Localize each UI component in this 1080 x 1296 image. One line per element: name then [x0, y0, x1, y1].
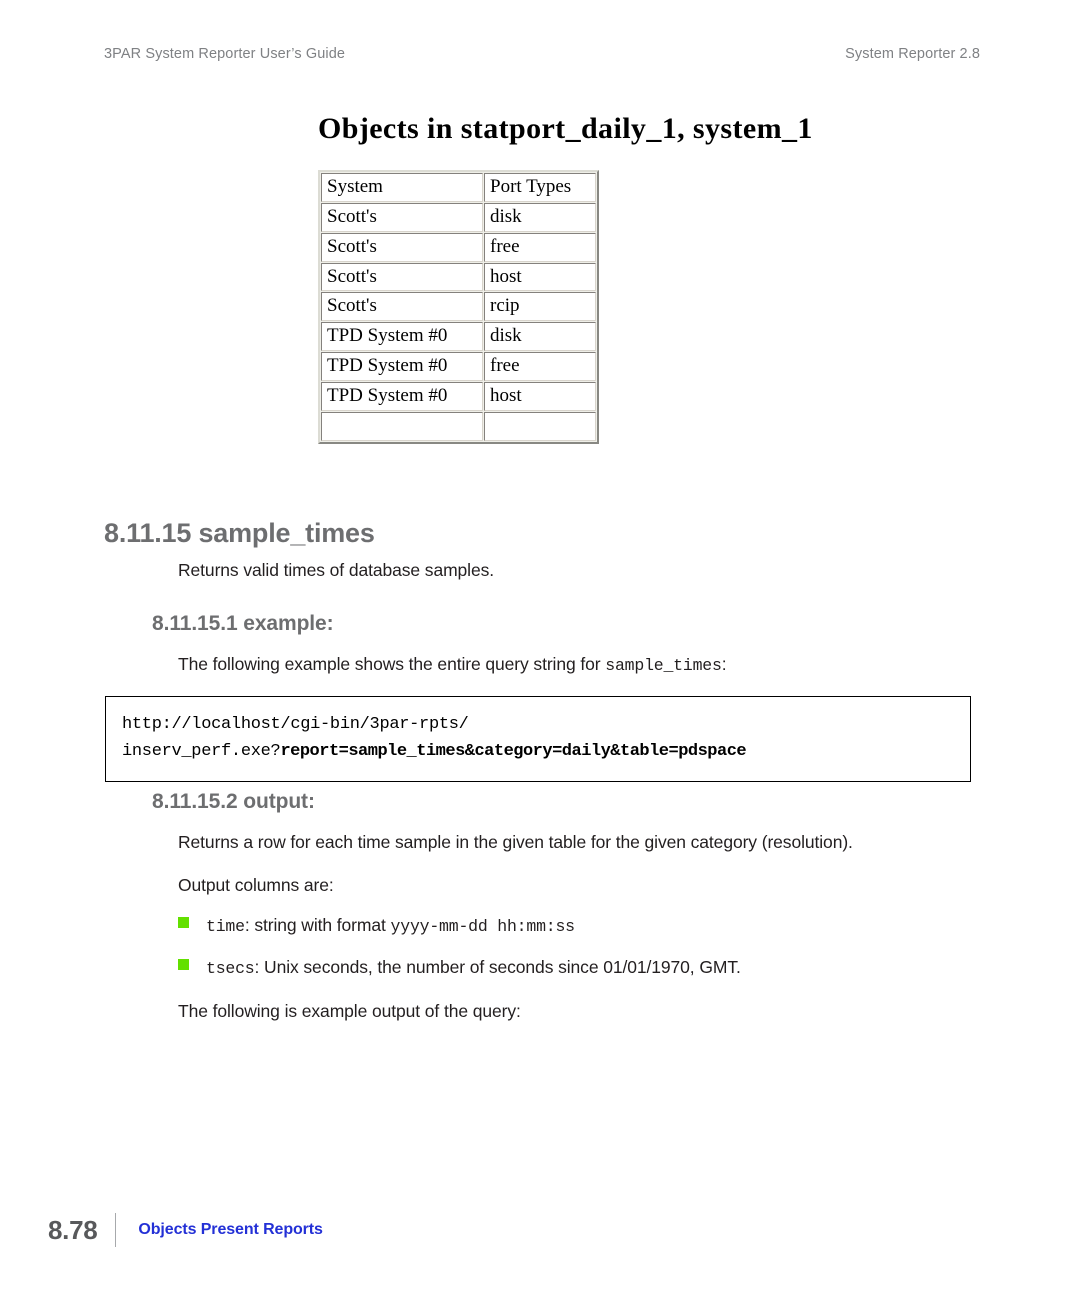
table-row: Scott's rcip	[321, 292, 596, 322]
table-cell-port-type: host	[484, 381, 596, 411]
list-item-label: tsecs: Unix seconds, the number of secon…	[206, 957, 741, 978]
column-name-time: time	[206, 917, 245, 936]
footer-page-number: 8.78	[48, 1214, 98, 1245]
table-row: Scott's host	[321, 262, 596, 292]
subsection-heading-example: 8.11.15.1 example:	[152, 612, 334, 635]
objects-table: System Port Types Scott's disk Scott's f…	[318, 170, 599, 444]
table-row: Scott's disk	[321, 202, 596, 232]
column-name-tsecs: tsecs	[206, 959, 255, 978]
column-desc-tsecs: : Unix seconds, the number of seconds si…	[254, 957, 741, 977]
list-item: tsecs: Unix seconds, the number of secon…	[178, 957, 741, 978]
table-cell-port-type: disk	[484, 202, 596, 232]
list-item-label: time: string with format yyyy-mm-dd hh:m…	[206, 915, 575, 936]
table-row: TPD System #0 disk	[321, 322, 596, 352]
footer-section-label[interactable]: Objects Present Reports	[138, 1221, 323, 1239]
subsection-heading-output: 8.11.15.2 output:	[152, 790, 315, 813]
figure-table-clip: System Port Types Scott's disk Scott's f…	[318, 170, 600, 485]
table-cell-port-type: disk	[484, 322, 596, 352]
table-row-clipped	[321, 411, 596, 441]
table-cell-port-type: rcip	[484, 292, 596, 322]
output-paragraph-2: Output columns are:	[178, 875, 334, 895]
square-bullet-icon	[178, 959, 189, 970]
section-intro-paragraph: Returns valid times of database samples.	[178, 560, 495, 580]
table-cell-system	[321, 411, 483, 441]
output-paragraph-1: Returns a row for each time sample in th…	[178, 832, 853, 852]
table-row: TPD System #0 free	[321, 352, 596, 381]
table-header-port-types: Port Types	[484, 173, 596, 202]
code-query-params: report=sample_times&category=daily&table…	[280, 742, 747, 762]
column-format-time: yyyy-mm-dd hh:mm:ss	[390, 917, 576, 936]
table-cell-system: TPD System #0	[321, 352, 483, 381]
list-item: time: string with format yyyy-mm-dd hh:m…	[178, 915, 575, 936]
table-cell-port-type: free	[484, 232, 596, 262]
example-lead-before: The following example shows the entire q…	[178, 654, 606, 674]
code-line-url: http://localhost/cgi-bin/3par-rpts/	[122, 715, 469, 734]
running-head-left: 3PAR System Reporter User’s Guide	[104, 46, 346, 62]
table-cell-system: Scott's	[321, 202, 483, 232]
table-cell-system: Scott's	[321, 232, 483, 262]
output-closing-paragraph: The following is example output of the q…	[178, 1001, 521, 1021]
running-head: 3PAR System Reporter User’s Guide System…	[0, 46, 1080, 70]
objects-table-body: System Port Types Scott's disk Scott's f…	[321, 173, 596, 441]
code-query-plain: inserv_perf.exe?	[122, 742, 281, 762]
section-heading-sample-times: 8.11.15 sample_times	[104, 518, 375, 548]
page-footer: 8.78 Objects Present Reports	[48, 1213, 323, 1247]
table-cell-port-type: free	[484, 352, 596, 381]
footer-divider	[115, 1213, 117, 1247]
table-header-system: System	[321, 173, 483, 202]
code-line-query: inserv_perf.exe?report=sample_times&cate…	[122, 738, 954, 765]
column-desc-time: : string with format	[244, 915, 391, 935]
table-cell-system: TPD System #0	[321, 322, 483, 352]
table-row: Scott's free	[321, 232, 596, 262]
figure-title: Objects in statport_daily_1, system_1	[318, 112, 813, 145]
table-cell-port-type: host	[484, 262, 596, 292]
example-lead-paragraph: The following example shows the entire q…	[178, 653, 727, 677]
table-cell-system: TPD System #0	[321, 381, 483, 411]
table-cell-system: Scott's	[321, 292, 483, 322]
table-row: TPD System #0 host	[321, 381, 596, 411]
table-cell-port-type	[484, 411, 596, 441]
table-cell-system: Scott's	[321, 262, 483, 292]
example-lead-after: :	[721, 654, 727, 674]
example-code-block: http://localhost/cgi-bin/3par-rpts/ inse…	[105, 696, 971, 783]
running-head-right: System Reporter 2.8	[845, 46, 980, 62]
figure-objects-screenshot: Objects in statport_daily_1, system_1 Sy…	[316, 112, 813, 485]
square-bullet-icon	[178, 917, 189, 928]
example-lead-code: sample_times	[605, 656, 722, 675]
table-header-row: System Port Types	[321, 173, 596, 202]
